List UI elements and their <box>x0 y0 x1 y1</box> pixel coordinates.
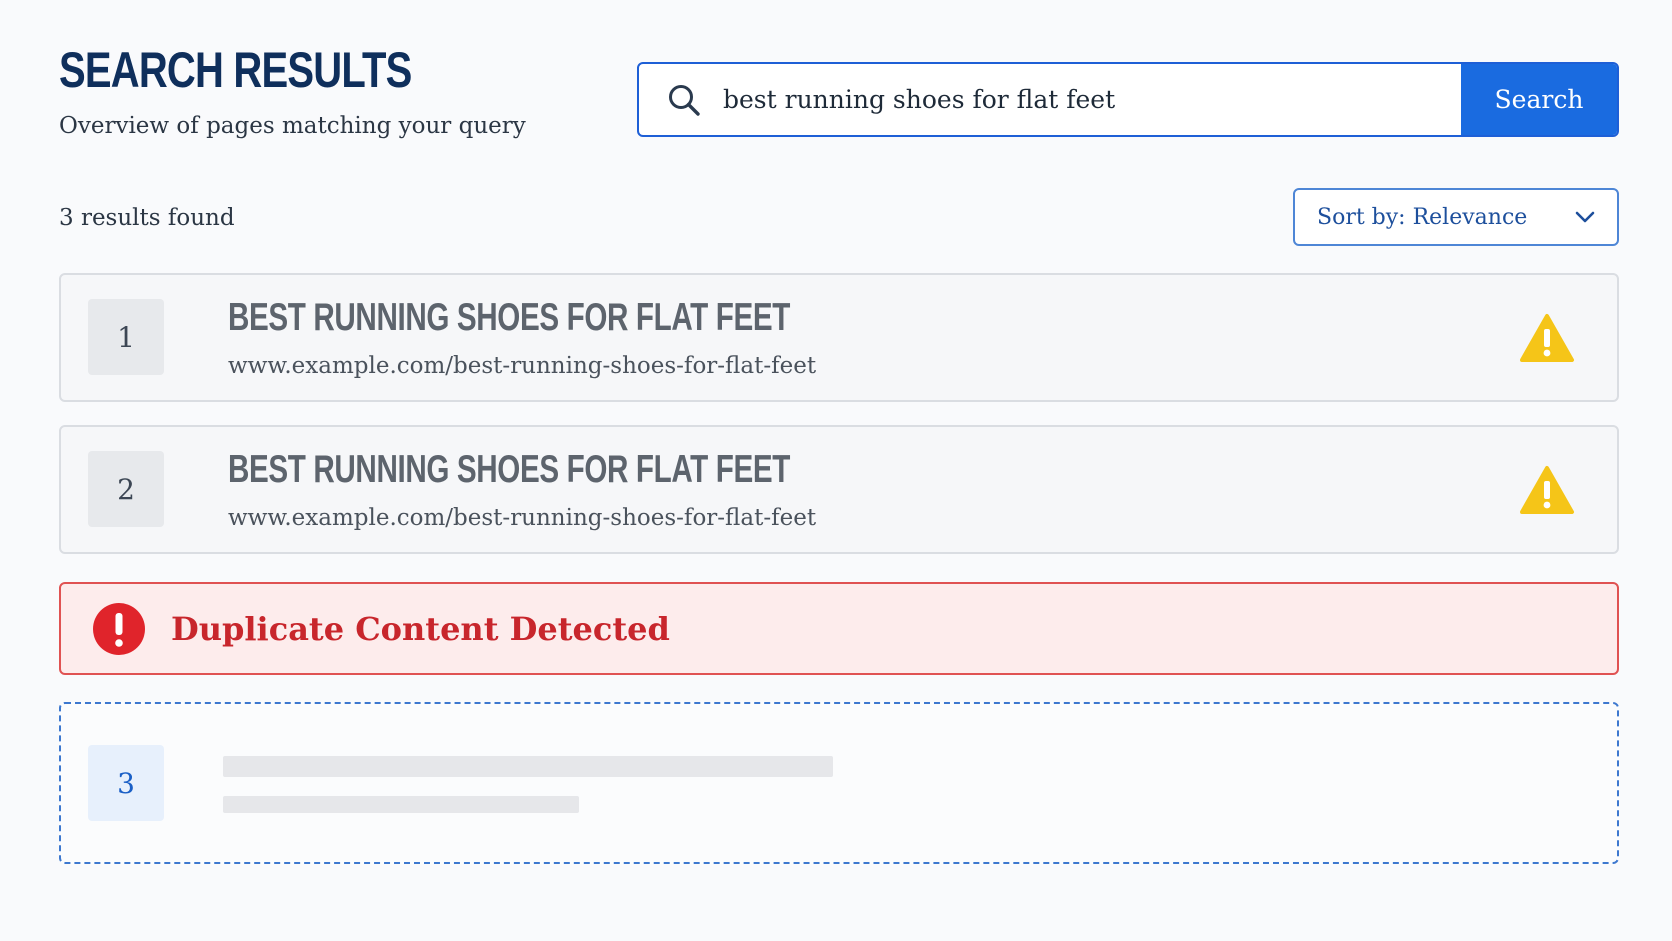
chevron-down-icon <box>1575 211 1595 223</box>
search-bar: Search <box>637 62 1619 137</box>
search-input[interactable] <box>707 64 1461 135</box>
page-subtitle: Overview of pages matching your query <box>59 113 526 139</box>
page-title: SEARCH RESULTS <box>59 42 412 98</box>
result-rank: 3 <box>88 745 164 821</box>
result-card[interactable]: 1 BEST RUNNING SHOES FOR FLAT FEET www.e… <box>59 273 1619 402</box>
loading-result-card: 3 <box>59 702 1619 864</box>
duplicate-content-alert: Duplicate Content Detected <box>59 582 1619 675</box>
sort-label: Sort by: Relevance <box>1317 204 1528 230</box>
skeleton-url-placeholder <box>223 796 579 813</box>
warning-icon <box>1519 464 1575 516</box>
sort-dropdown[interactable]: Sort by: Relevance <box>1293 188 1619 246</box>
result-title[interactable]: BEST RUNNING SHOES FOR FLAT FEET <box>228 295 790 341</box>
skeleton-title-placeholder <box>223 756 833 777</box>
search-button[interactable]: Search <box>1461 64 1617 135</box>
alert-message: Duplicate Content Detected <box>171 609 670 648</box>
result-url[interactable]: www.example.com/best-running-shoes-for-f… <box>228 351 816 381</box>
results-count: 3 results found <box>59 205 235 231</box>
warning-icon <box>1519 312 1575 364</box>
error-icon <box>92 602 146 656</box>
result-rank: 2 <box>88 451 164 527</box>
result-rank: 1 <box>88 299 164 375</box>
result-title[interactable]: BEST RUNNING SHOES FOR FLAT FEET <box>228 447 790 493</box>
result-url[interactable]: www.example.com/best-running-shoes-for-f… <box>228 503 816 533</box>
result-card[interactable]: 2 BEST RUNNING SHOES FOR FLAT FEET www.e… <box>59 425 1619 554</box>
search-icon <box>639 64 707 135</box>
